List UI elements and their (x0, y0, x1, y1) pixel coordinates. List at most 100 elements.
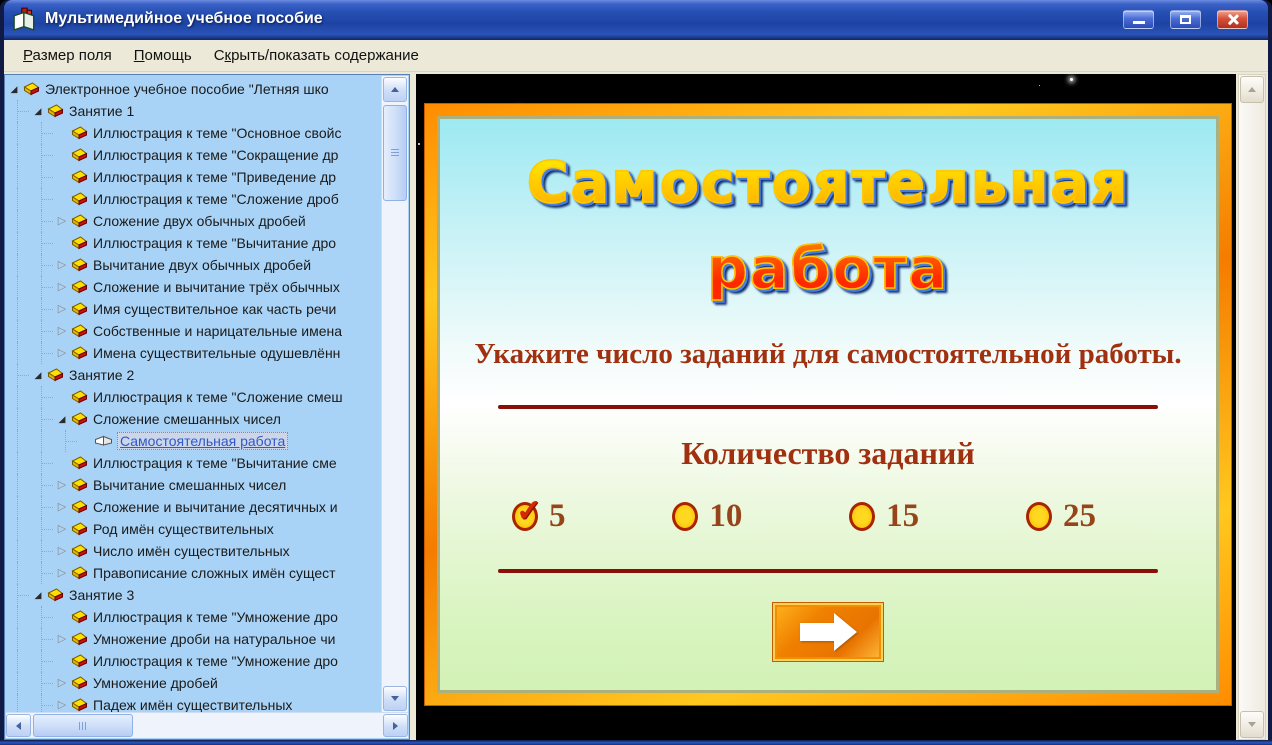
tree-expander-icon[interactable]: ◢ (30, 100, 46, 122)
tree-item[interactable]: Иллюстрация к теме "Приведение др (6, 166, 381, 188)
tree-item[interactable]: ◢ Занятие 1 (6, 100, 381, 122)
app-books-icon (13, 7, 35, 31)
tree-expander-icon[interactable]: ▷ (54, 276, 70, 298)
tree-item[interactable]: Иллюстрация к теме "Сложение дроб (6, 188, 381, 210)
tree-guide-line (6, 386, 30, 408)
radio-icon[interactable]: ✓ (512, 493, 542, 531)
option-5-radio[interactable]: ✓ 5 (512, 493, 566, 535)
maximize-button[interactable] (1170, 9, 1201, 29)
tree-item-label: Иллюстрация к теме "Приведение др (93, 169, 337, 185)
tree-item[interactable]: ▷ Род имён существительных (6, 518, 381, 540)
tree-vertical-scrollbar[interactable] (381, 76, 408, 712)
radio-icon[interactable] (849, 502, 876, 531)
tree-item[interactable]: ◢ Электронное учебное пособие "Летняя шко (6, 78, 381, 100)
tree-item[interactable]: ◢ Занятие 2 (6, 364, 381, 386)
tree-expander-icon[interactable]: ▷ (54, 320, 70, 342)
tree-item-label: Правописание сложных имён сущест (93, 565, 336, 581)
tree-guide-line (6, 298, 30, 320)
tree-item[interactable]: ▷ Вычитание двух обычных дробей (6, 254, 381, 276)
tree-item[interactable]: ▷ Сложение и вычитание трёх обычных (6, 276, 381, 298)
option-label: 15 (886, 498, 920, 534)
tree-item[interactable]: Иллюстрация к теме "Сложение смеш (6, 386, 381, 408)
tree-guide-line (6, 562, 30, 584)
tree-expander-icon[interactable]: ▷ (54, 628, 70, 650)
tree-item[interactable]: ▷ Сложение и вычитание десятичных и (6, 496, 381, 518)
scroll-up-button[interactable] (383, 77, 407, 102)
menu-item-toggle-contents[interactable]: Скрыть/показать содержание (203, 42, 430, 69)
option-10-radio[interactable]: 10 (672, 498, 742, 535)
tree-expander-icon[interactable]: ▷ (54, 210, 70, 232)
tree-expander-icon[interactable]: ▷ (54, 342, 70, 364)
tree-item[interactable]: Иллюстрация к теме "Умножение дро (6, 606, 381, 628)
tree-item-label: Умножение дроби на натуральное чи (93, 631, 336, 647)
divider (498, 569, 1158, 573)
tree-item[interactable]: Иллюстрация к теме "Сокращение др (6, 144, 381, 166)
tree-guide-line (30, 210, 54, 232)
tree-item[interactable]: ◢ Занятие 3 (6, 584, 381, 606)
option-15-radio[interactable]: 15 (849, 498, 919, 535)
tree-item[interactable]: ▷ Сложение двух обычных дробей (6, 210, 381, 232)
book-closed-icon (71, 170, 88, 184)
tree-expander-icon[interactable]: ▷ (54, 496, 70, 518)
tree-expander-icon[interactable]: ◢ (30, 584, 46, 606)
tree-item-label: Иллюстрация к теме "Умножение дро (93, 653, 338, 669)
tree-expander-icon[interactable]: ▷ (54, 298, 70, 320)
tree-item-selected[interactable]: Самостоятельная работа (6, 430, 381, 452)
tree-item-label: Занятие 2 (69, 367, 135, 383)
page-title: Самостоятельная работа (526, 141, 1130, 312)
option-25-radio[interactable]: 25 (1025, 498, 1096, 535)
scroll-left-button[interactable] (6, 714, 31, 737)
tree-horizontal-scrollbar[interactable] (6, 712, 408, 738)
tree-item[interactable]: ▷ Вычитание смешанных чисел (6, 474, 381, 496)
tree-item[interactable]: Иллюстрация к теме "Вычитание сме (6, 452, 381, 474)
tree-item-label: Иллюстрация к теме "Сокращение др (93, 147, 339, 163)
tree-item-label: Электронное учебное пособие "Летняя шко (45, 81, 329, 97)
tree-item[interactable]: ▷ Число имён существительных (6, 540, 381, 562)
next-button[interactable] (773, 603, 883, 661)
scroll-down-button[interactable] (1240, 711, 1264, 738)
minimize-button[interactable] (1123, 9, 1154, 29)
scroll-up-button[interactable] (1240, 76, 1264, 103)
close-button[interactable] (1217, 9, 1248, 29)
tree-item[interactable]: ▷ Имена существительные одушевлённ (6, 342, 381, 364)
contents-tree: ◢ Электронное учебное пособие "Летняя шко… (6, 78, 381, 712)
radio-icon[interactable] (672, 502, 699, 531)
scroll-down-button[interactable] (383, 686, 407, 711)
tree-expander-icon[interactable]: ▷ (54, 518, 70, 540)
tree-item[interactable]: ▷ Имя существительное как часть речи (6, 298, 381, 320)
tree-item[interactable]: Иллюстрация к теме "Вычитание дро (6, 232, 381, 254)
tree-expander-icon[interactable]: ◢ (54, 408, 70, 430)
radio-icon[interactable] (1025, 502, 1052, 531)
menu-bar: Размер поля Помощь Скрыть/показать содержа… (4, 40, 1268, 72)
tree-item[interactable]: ▷ Умножение дробей (6, 672, 381, 694)
content-vertical-scrollbar[interactable] (1238, 74, 1266, 740)
vertical-scroll-thumb[interactable] (383, 105, 407, 201)
tree-guide-line (54, 430, 78, 452)
tree-expander-icon[interactable]: ▷ (54, 254, 70, 276)
option-label: 25 (1062, 498, 1096, 534)
tree-expander-icon[interactable]: ▷ (54, 474, 70, 496)
tree-guide-line (6, 166, 30, 188)
tree-item[interactable]: ▷ Умножение дроби на натуральное чи (6, 628, 381, 650)
tree-item[interactable]: Иллюстрация к теме "Умножение дро (6, 650, 381, 672)
horizontal-scroll-thumb[interactable] (33, 714, 133, 737)
menu-item-field-size[interactable]: Размер поля (12, 42, 123, 69)
tree-expander-icon[interactable]: ◢ (30, 364, 46, 386)
tree-expander-icon[interactable]: ▷ (54, 672, 70, 694)
scroll-right-button[interactable] (383, 714, 408, 737)
tree-item-label: Имя существительное как часть речи (93, 301, 337, 317)
tree-expander-icon[interactable]: ▷ (54, 694, 70, 712)
tree-expander-icon[interactable]: ▷ (54, 540, 70, 562)
menu-item-help[interactable]: Помощь (123, 42, 203, 69)
lesson-content-panel: Самостоятельная работа Укажите число зад… (416, 74, 1236, 740)
tree-item[interactable]: Иллюстрация к теме "Основное свойс (6, 122, 381, 144)
tree-expander-icon[interactable]: ◢ (6, 78, 22, 100)
tree-guide-line (30, 342, 54, 364)
tree-expander-icon[interactable]: ▷ (54, 562, 70, 584)
tree-item[interactable]: ◢ Сложение смешанных чисел (6, 408, 381, 430)
book-closed-icon (71, 412, 88, 426)
tree-guide-line (30, 672, 54, 694)
tree-item[interactable]: ▷ Падеж имён существительных (6, 694, 381, 712)
tree-item[interactable]: ▷ Собственные и нарицательные имена (6, 320, 381, 342)
tree-item[interactable]: ▷ Правописание сложных имён сущест (6, 562, 381, 584)
